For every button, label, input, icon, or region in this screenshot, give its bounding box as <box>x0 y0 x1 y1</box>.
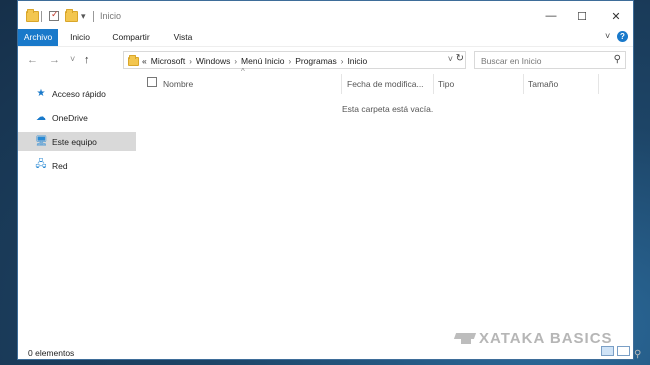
maximize-button[interactable]: ☐ <box>567 6 597 26</box>
sidebar-item-label: Acceso rápido <box>52 88 106 99</box>
breadcrumb-separator[interactable]: › <box>289 57 292 66</box>
search-icon: ⚲ <box>613 54 621 65</box>
breadcrumb-separator[interactable]: › <box>234 57 237 66</box>
network-icon: 🖧 <box>35 159 47 170</box>
window-title: Inicio <box>100 11 122 21</box>
sidebar-item-label: OneDrive <box>52 112 88 123</box>
ribbon-tabs: Archivo Inicio Compartir Vista ˅ ? <box>18 29 633 46</box>
watermark-logo: XATAKA BASICS <box>455 330 613 347</box>
address-dropdown-icon[interactable]: ˅ <box>448 54 453 64</box>
up-button[interactable]: ↑ <box>84 54 90 66</box>
column-header-date[interactable]: Fecha de modifica... <box>347 76 424 92</box>
breadcrumb-separator[interactable]: › <box>341 57 344 66</box>
sidebar-item-label: Este equipo <box>52 136 97 147</box>
file-explorer-window: ▾ Inicio — ☐ ✕ Archivo Inicio Compartir … <box>17 0 634 360</box>
details-view-icon[interactable] <box>601 346 614 356</box>
column-divider[interactable] <box>523 74 524 94</box>
navigation-bar: ← → ˅ ↑ « Microsoft › Windows › Menú Ini… <box>18 46 633 75</box>
column-divider[interactable] <box>598 74 599 94</box>
customize-toolbar-icon[interactable]: ▾ <box>81 9 86 23</box>
tab-inicio[interactable]: Inicio <box>62 29 98 46</box>
empty-folder-message: Esta carpeta está vacía. <box>342 104 434 114</box>
close-button[interactable]: ✕ <box>601 6 631 26</box>
sidebar-item-red[interactable]: 🖧 Red <box>18 156 136 175</box>
tab-vista[interactable]: Vista <box>166 29 200 46</box>
recent-locations-button[interactable]: ˅ <box>70 54 75 64</box>
search-placeholder: Buscar en Inicio <box>481 56 542 66</box>
address-folder-icon <box>128 55 139 66</box>
column-header-type[interactable]: Tipo <box>438 76 454 92</box>
breadcrumb: « Microsoft › Windows › Menú Inicio › Pr… <box>142 56 367 66</box>
sort-indicator-icon: ^ <box>241 67 245 76</box>
breadcrumb-menu-inicio[interactable]: Menú Inicio <box>241 56 284 66</box>
qa-separator <box>41 9 42 23</box>
ribbon-expand-icon[interactable]: ˅ <box>605 31 610 41</box>
search-input[interactable]: Buscar en Inicio ⚲ <box>474 51 626 69</box>
item-count: 0 elementos <box>28 348 75 358</box>
cloud-icon: ☁ <box>36 112 46 123</box>
breadcrumb-overflow[interactable]: « <box>142 56 147 66</box>
title-separator <box>93 9 94 23</box>
new-folder-icon[interactable] <box>65 8 78 23</box>
column-header-size[interactable]: Tamaño <box>528 76 558 92</box>
graduation-cap-icon <box>455 333 475 345</box>
refresh-icon[interactable]: ↻ <box>456 53 464 64</box>
select-all-checkbox[interactable] <box>147 77 157 87</box>
breadcrumb-windows[interactable]: Windows <box>196 56 230 66</box>
navigation-pane: ★ Acceso rápido ☁ OneDrive 🖥 Este equipo… <box>18 74 136 342</box>
sidebar-item-label: Red <box>52 160 68 171</box>
star-icon: ★ <box>36 88 46 99</box>
breadcrumb-programas[interactable]: Programas <box>295 56 337 66</box>
window-folder-icon <box>26 8 39 23</box>
minimize-button[interactable]: — <box>536 6 566 26</box>
column-divider[interactable] <box>433 74 434 94</box>
sidebar-item-acceso-rapido[interactable]: ★ Acceso rápido <box>18 84 136 103</box>
breadcrumb-inicio[interactable]: Inicio <box>347 56 367 66</box>
breadcrumb-separator[interactable]: › <box>189 57 192 66</box>
computer-icon: 🖥 <box>35 136 48 147</box>
properties-icon[interactable] <box>49 9 59 23</box>
back-button[interactable]: ← <box>27 54 38 66</box>
resize-grip-icon[interactable]: ⚲ <box>634 349 641 360</box>
tab-compartir[interactable]: Compartir <box>106 29 156 46</box>
watermark-text: XATAKA BASICS <box>479 330 613 347</box>
large-icons-view-icon[interactable] <box>617 346 630 356</box>
sidebar-item-este-equipo[interactable]: 🖥 Este equipo <box>18 132 136 151</box>
help-icon[interactable]: ? <box>617 31 628 42</box>
forward-button[interactable]: → <box>49 54 60 66</box>
breadcrumb-microsoft[interactable]: Microsoft <box>151 56 185 66</box>
address-bar[interactable]: « Microsoft › Windows › Menú Inicio › Pr… <box>123 51 466 69</box>
tab-archivo[interactable]: Archivo <box>18 29 58 46</box>
column-divider[interactable] <box>341 74 342 94</box>
column-header-name[interactable]: Nombre <box>163 76 193 92</box>
file-list: ^ Nombre Fecha de modifica... Tipo Tamañ… <box>136 67 633 342</box>
title-bar: ▾ Inicio — ☐ ✕ <box>18 1 633 29</box>
sidebar-item-onedrive[interactable]: ☁ OneDrive <box>18 108 136 127</box>
